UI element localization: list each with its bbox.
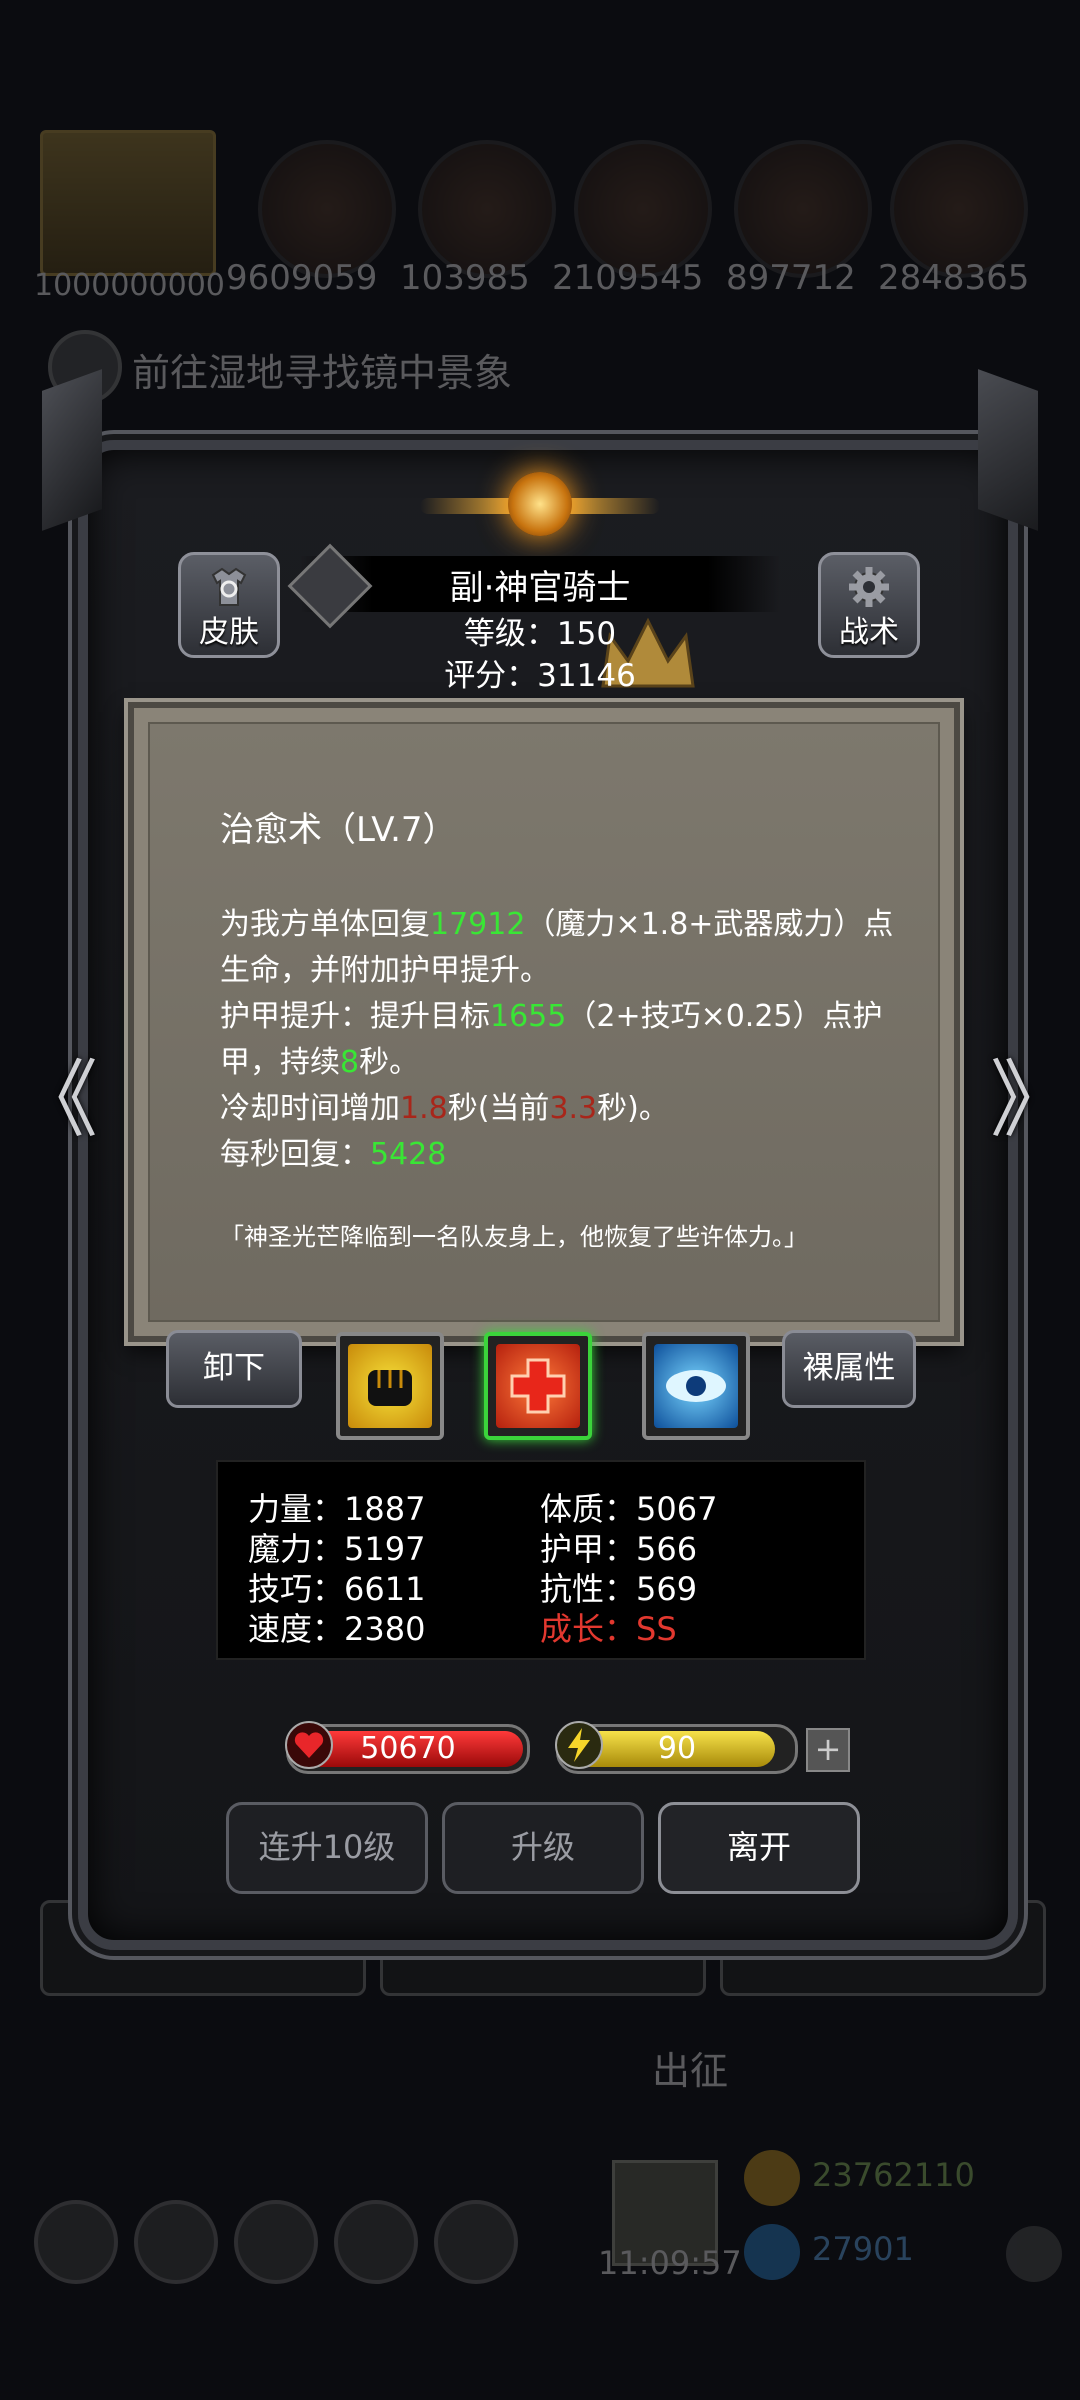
tactic-label: 战术 (839, 615, 899, 650)
resource-value-2: 103985 (400, 258, 530, 298)
crest-emblem-icon (508, 472, 572, 536)
shirt-refresh-icon (211, 567, 247, 606)
resource-value-1: 9609059 (226, 258, 378, 298)
skill-slot-1[interactable] (336, 1332, 444, 1440)
next-hero-arrow[interactable]: 》 (990, 1052, 1074, 1148)
base-attribute-button[interactable]: 裸属性 (782, 1330, 916, 1408)
stats-panel: 力量：1887 魔力：5197 技巧：6611 速度：2380 体质：5067 … (216, 1460, 866, 1660)
hero-name: 副·神官骑士 (449, 568, 631, 608)
unequip-button[interactable]: 卸下 (166, 1330, 302, 1408)
skill-quote: 「神圣光芒降临到一名队友身上，他恢复了些许体力。」 (220, 1223, 808, 1251)
level-up-10-button[interactable]: 连升10级 (226, 1802, 428, 1894)
bg-time: 11:09:57 (598, 2244, 742, 2282)
coin-value: 23762110 (812, 2156, 975, 2194)
armor-value: 1655 (490, 999, 567, 1034)
bottom-menu-icon-3 (234, 2200, 318, 2284)
avatar-value: 1000000000 (34, 268, 225, 303)
stat-speed: 速度：2380 (248, 1610, 426, 1648)
gem-value: 27901 (812, 2230, 914, 2268)
resource-value-3: 2109545 (552, 258, 704, 298)
frame-crest (420, 470, 660, 540)
stat-growth: 成长：SS (540, 1610, 677, 1648)
skill-title: 治愈术（LV.7） (220, 810, 457, 850)
gear-icon (849, 567, 889, 607)
desc-text: 为我方单体回复 (220, 907, 430, 942)
hero-score: 评分：31146 (444, 658, 636, 694)
player-avatar (40, 130, 216, 276)
coin-icon (744, 2150, 800, 2206)
bottom-menu-icon-5 (434, 2200, 518, 2284)
prev-hero-arrow[interactable]: 《 (14, 1052, 98, 1148)
resource-value-5: 2848365 (878, 258, 1030, 298)
bottom-menu-icon-1 (34, 2200, 118, 2284)
skill-info-inner: 治愈术（LV.7） 为我方单体回复17912（魔力×1.8+武器威力）点生命，并… (148, 722, 940, 1322)
heart-icon (285, 1721, 333, 1769)
desc-text: 每秒回复： (220, 1137, 370, 1172)
bg-deploy-label: 出征 (652, 2049, 729, 2093)
hero-level: 等级：150 (463, 616, 617, 652)
desc-text: 秒)。 (597, 1091, 669, 1126)
cooldown-add-value: 1.8 (400, 1091, 448, 1126)
quest-text: 前往湿地寻找镜中景象 (132, 351, 513, 395)
resource-value-4: 897712 (726, 258, 856, 298)
add-icon (1006, 2226, 1062, 2282)
lightning-icon (555, 1721, 603, 1769)
per-second-value: 5428 (370, 1137, 447, 1172)
skill-description: 为我方单体回复17912（魔力×1.8+武器威力）点生命，并附加护甲提升。 护甲… (220, 902, 900, 1178)
desc-text: 秒。 (359, 1045, 420, 1080)
frame-ornament-right (978, 369, 1038, 531)
skin-button[interactable]: 皮肤 (178, 552, 280, 658)
desc-text: 冷却时间增加 (220, 1091, 400, 1126)
red-cross-icon (496, 1344, 580, 1428)
skill-slot-2[interactable] (484, 1332, 592, 1440)
gem-icon (744, 2224, 800, 2280)
eye-icon (654, 1344, 738, 1428)
level-up-button[interactable]: 升级 (442, 1802, 644, 1894)
bottom-menu-icon-2 (134, 2200, 218, 2284)
frame-ornament-left (42, 369, 102, 531)
desc-text: 护甲提升：提升目标 (220, 999, 490, 1034)
add-energy-button[interactable]: + (806, 1728, 850, 1772)
desc-text: 秒(当前 (447, 1091, 550, 1126)
leave-button[interactable]: 离开 (658, 1802, 860, 1894)
cooldown-current-value: 3.3 (549, 1091, 598, 1126)
duration-value: 8 (340, 1045, 360, 1080)
bottom-menu-icon-4 (334, 2200, 418, 2284)
tactic-button[interactable]: 战术 (818, 552, 920, 658)
skill-slot-3[interactable] (642, 1332, 750, 1440)
heal-value: 17912 (430, 907, 526, 942)
skill-info-panel: 治愈术（LV.7） 为我方单体回复17912（魔力×1.8+武器威力）点生命，并… (128, 702, 960, 1342)
fist-icon (348, 1344, 432, 1428)
skin-label: 皮肤 (199, 615, 259, 650)
